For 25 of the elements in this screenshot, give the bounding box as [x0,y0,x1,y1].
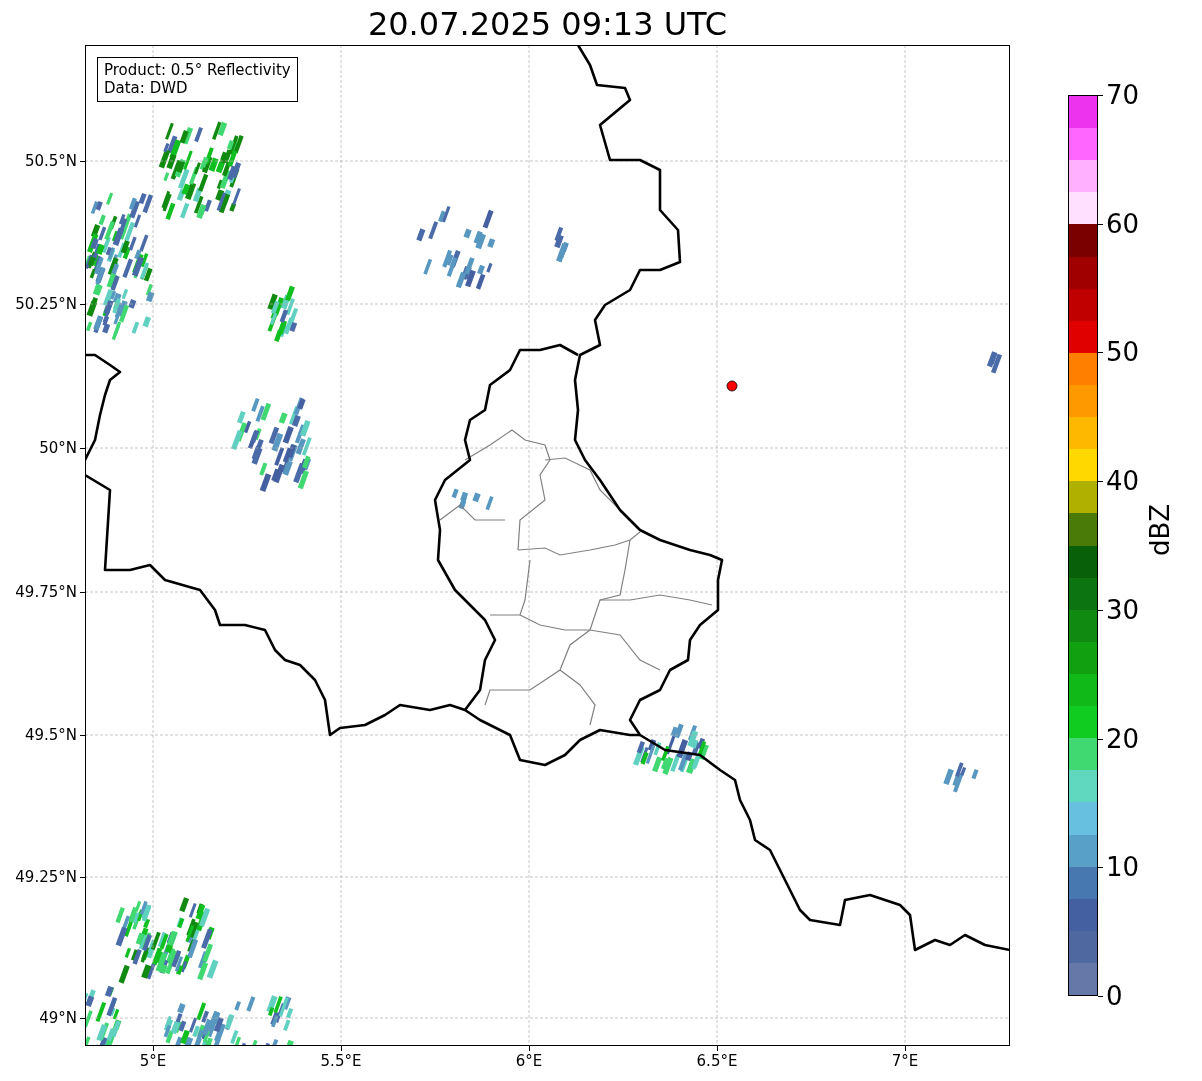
legend-text: Data: DWD [104,79,189,97]
colorbar-label: dBZ [1145,503,1175,557]
axis-tick-label: 6°E [515,1052,543,1070]
axis-tick-label: 50.5°N [24,152,77,170]
colorbar-tick-label: 10 [1106,852,1140,883]
axis-tick-label: 5.5°E [320,1052,362,1070]
axis-tick-label: 49.5°N [24,726,77,744]
axis-tick-label: 50°N [39,439,77,457]
colorbar-tick-label: 40 [1106,466,1140,497]
legend-text: Product: 0.5° Reflectivity [104,61,291,79]
axis-tick-label: 5°E [139,1052,167,1070]
colorbar-tick-label: 60 [1106,208,1140,239]
colorbar-tick-label: 0 [1106,981,1123,1011]
colorbar-tick-label: 70 [1106,80,1140,110]
colorbar-tick-label: 50 [1106,337,1140,368]
colorbar-tick-label: 30 [1106,594,1140,625]
axis-tick-label: 7°E [891,1052,919,1070]
axis-tick-label: 50.25°N [15,295,77,313]
location-marker [726,380,738,392]
axis-tick-label: 49.25°N [15,868,77,886]
axis-tick-label: 49°N [39,1009,77,1027]
axis-tick-label: 6.5°E [696,1052,738,1070]
colorbar-tick-label: 20 [1106,723,1140,754]
axis-tick-label: 49.75°N [15,583,77,601]
chart-title: 20.07.2025 09:13 UTC [366,4,729,44]
